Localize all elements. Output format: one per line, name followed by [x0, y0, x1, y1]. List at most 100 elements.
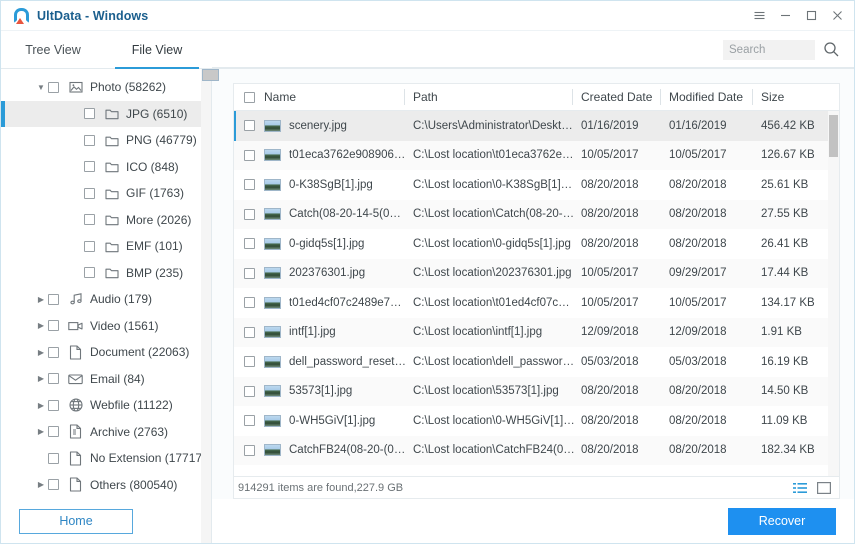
sidebar-item-checkbox[interactable] [84, 108, 95, 119]
file-thumbnail [264, 267, 281, 279]
chevron-right-icon[interactable]: ▶ [34, 401, 48, 410]
close-icon[interactable] [824, 3, 850, 29]
chevron-right-icon[interactable]: ▶ [34, 295, 48, 304]
table-row[interactable]: 53573[1].jpgC:\Lost location\53573[1].jp… [234, 377, 839, 407]
tab-file-view[interactable]: File View [105, 31, 209, 68]
sidebar-item-checkbox[interactable] [48, 400, 59, 411]
row-checkbox[interactable] [244, 238, 255, 249]
chevron-right-icon[interactable]: ▶ [34, 480, 48, 489]
table-row[interactable]: t01eca3762e908906be...C:\Lost location\t… [234, 141, 839, 171]
table-row[interactable]: intf[1].jpgC:\Lost location\intf[1].jpg1… [234, 318, 839, 348]
sidebar-item-checkbox[interactable] [84, 241, 95, 252]
sidebar-item-document[interactable]: ▶Document (22063) [1, 339, 211, 366]
sidebar-item-checkbox[interactable] [48, 82, 59, 93]
sidebar-item-emf[interactable]: EMF (101) [1, 233, 211, 260]
chevron-right-icon[interactable]: ▶ [34, 374, 48, 383]
table-scrollbar[interactable] [828, 111, 839, 476]
home-button[interactable]: Home [19, 509, 133, 534]
cell-name: intf[1].jpg [244, 326, 413, 338]
row-checkbox[interactable] [244, 297, 255, 308]
sidebar-item-video[interactable]: ▶Video (1561) [1, 313, 211, 340]
sidebar-item-checkbox[interactable] [84, 135, 95, 146]
chevron-down-icon[interactable]: ▼ [34, 83, 48, 92]
row-checkbox[interactable] [244, 268, 255, 279]
sidebar-item-checkbox[interactable] [84, 267, 95, 278]
recover-button[interactable]: Recover [728, 508, 836, 535]
grid-view-icon[interactable] [817, 482, 831, 494]
cell-modified-date: 05/03/2018 [669, 356, 761, 368]
cell-modified-date: 08/20/2018 [669, 208, 761, 220]
file-name: dell_password_reset[1]... [289, 356, 407, 368]
row-checkbox[interactable] [244, 356, 255, 367]
folder-icon [104, 106, 119, 121]
minimize-icon[interactable] [772, 3, 798, 29]
list-view-icon[interactable] [793, 482, 807, 494]
sidebar-item-checkbox[interactable] [48, 426, 59, 437]
sidebar-scrollbar[interactable] [201, 69, 211, 543]
sidebar-item-bmp[interactable]: BMP (235) [1, 260, 211, 287]
column-header-name[interactable]: Name [244, 84, 413, 110]
chevron-right-icon[interactable]: ▶ [34, 321, 48, 330]
maximize-icon[interactable] [798, 3, 824, 29]
table-row[interactable]: CatchFB24(08-20-(08-...C:\Lost location\… [234, 436, 839, 466]
column-header-modified-date[interactable]: Modified Date [669, 84, 761, 110]
sidebar-item-photo[interactable]: ▼Photo (58262) [1, 74, 211, 101]
content-body: ▼Photo (58262) JPG (6510) PNG (46779) IC… [1, 69, 854, 543]
sidebar-item-checkbox[interactable] [84, 214, 95, 225]
sidebar-item-gif[interactable]: GIF (1763) [1, 180, 211, 207]
table-row[interactable]: t01ed4cf07c2489e7ac[...C:\Lost location\… [234, 288, 839, 318]
table-row[interactable]: 0-WH5GiV[1].jpgC:\Lost location\0-WH5GiV… [234, 406, 839, 436]
sidebar-item-others[interactable]: ▶Others (800540) [1, 472, 211, 499]
row-checkbox[interactable] [244, 209, 255, 220]
tab-tree-view[interactable]: Tree View [1, 31, 105, 68]
row-checkbox[interactable] [244, 386, 255, 397]
sidebar-item-jpg[interactable]: JPG (6510) [1, 101, 211, 128]
sidebar-item-checkbox[interactable] [84, 161, 95, 172]
cell-created-date: 08/20/2018 [581, 179, 669, 191]
table-row[interactable]: 0-gidq5s[1].jpgC:\Lost location\0-gidq5s… [234, 229, 839, 259]
row-checkbox[interactable] [244, 150, 255, 161]
hamburger-menu-icon[interactable] [746, 3, 772, 29]
cell-modified-date: 01/16/2019 [669, 120, 761, 132]
sidebar-item-audio[interactable]: ▶Audio (179) [1, 286, 211, 313]
table-row[interactable]: scenery.jpgC:\Users\Administrator\Deskto… [234, 111, 839, 141]
table-row[interactable]: 202376301.jpgC:\Lost location\202376301.… [234, 259, 839, 289]
row-checkbox[interactable] [244, 327, 255, 338]
sidebar-item-no[interactable]: No Extension (17717) [1, 445, 211, 472]
sidebar-item-checkbox[interactable] [48, 479, 59, 490]
column-header-created-date[interactable]: Created Date [581, 84, 669, 110]
table-row[interactable]: Catch(08-20-14-5(08-...C:\Lost location\… [234, 200, 839, 230]
chevron-right-icon[interactable]: ▶ [34, 427, 48, 436]
search-input[interactable] [723, 40, 815, 60]
sidebar-item-checkbox[interactable] [48, 453, 59, 464]
caret-placeholder [70, 162, 84, 171]
search-icon[interactable] [823, 41, 840, 58]
sidebar-item-checkbox[interactable] [48, 294, 59, 305]
row-checkbox[interactable] [244, 415, 255, 426]
file-name: 0-gidq5s[1].jpg [289, 238, 364, 250]
sidebar-item-checkbox[interactable] [48, 320, 59, 331]
sidebar-item-archive[interactable]: ▶Archive (2763) [1, 419, 211, 446]
table-header: Name Path Created Date Modified Date Siz… [234, 84, 839, 111]
row-checkbox[interactable] [244, 445, 255, 456]
sidebar-item-checkbox[interactable] [48, 373, 59, 384]
select-all-checkbox[interactable] [244, 92, 255, 103]
cell-path: C:\Lost location\CatchFB24(08-... [413, 444, 581, 456]
table-row[interactable]: 0-K38SgB[1].jpgC:\Lost location\0-K38SgB… [234, 170, 839, 200]
sidebar-item-more[interactable]: More (2026) [1, 207, 211, 234]
sidebar-item-webfile[interactable]: ▶Webfile (11122) [1, 392, 211, 419]
chevron-right-icon[interactable]: ▶ [34, 348, 48, 357]
caret-placeholder [70, 189, 84, 198]
row-checkbox[interactable] [244, 120, 255, 131]
column-header-size[interactable]: Size [761, 84, 841, 110]
sidebar-item-ico[interactable]: ICO (848) [1, 154, 211, 181]
mail-icon [68, 371, 83, 386]
sidebar-item-email[interactable]: ▶Email (84) [1, 366, 211, 393]
row-checkbox[interactable] [244, 179, 255, 190]
cell-modified-date: 08/20/2018 [669, 415, 761, 427]
table-row[interactable]: dell_password_reset[1]...C:\Lost locatio… [234, 347, 839, 377]
sidebar-item-checkbox[interactable] [48, 347, 59, 358]
sidebar-item-png[interactable]: PNG (46779) [1, 127, 211, 154]
column-header-path[interactable]: Path [413, 84, 581, 110]
sidebar-item-checkbox[interactable] [84, 188, 95, 199]
